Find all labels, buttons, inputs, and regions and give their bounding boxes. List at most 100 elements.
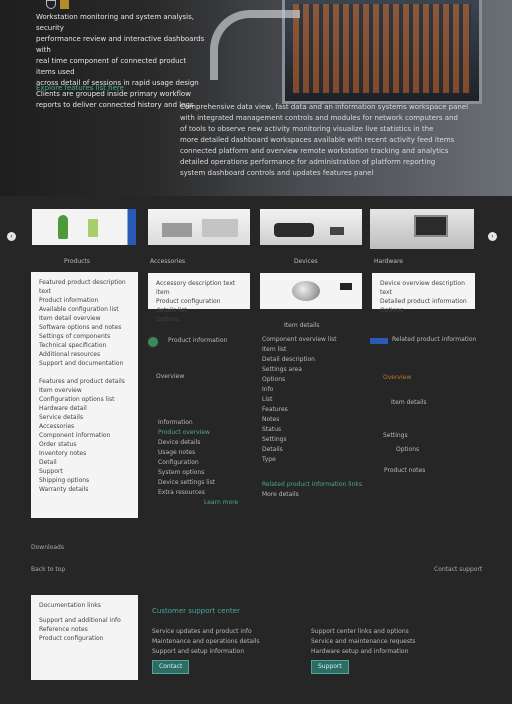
- support-button[interactable]: Support: [311, 660, 349, 674]
- card-line: Configuration options list: [39, 396, 115, 403]
- text-line: List: [262, 396, 273, 403]
- hero-line: Workstation monitoring and system analys…: [36, 13, 194, 32]
- text-line: Item list: [262, 346, 287, 353]
- text-line: Details: [262, 446, 283, 453]
- card-line: Product configuration details list: [156, 298, 221, 314]
- card-line: Shipping options: [39, 477, 90, 484]
- card-line: Support and documentation: [39, 360, 124, 367]
- column-title: Product information: [168, 337, 228, 344]
- contact-support-link[interactable]: Contact support: [434, 566, 482, 573]
- gallery-label: Devices: [294, 258, 318, 265]
- hero-line: performance review and interactive dashb…: [36, 35, 205, 54]
- card-line: Inventory notes: [39, 450, 87, 457]
- carousel-prev-button[interactable]: ‹: [7, 232, 16, 241]
- card-line: Options: [156, 316, 180, 323]
- hero-body-line: Comprehensive data view, fast data and a…: [180, 103, 469, 111]
- text-line: Status: [262, 426, 282, 433]
- gallery-thumb-accessories[interactable]: [148, 209, 250, 245]
- text-line: Info: [262, 386, 274, 393]
- card-line: Product configuration: [39, 635, 104, 642]
- card-line: Settings of components: [39, 333, 111, 340]
- hero-body-line: with integrated management controls and …: [180, 114, 458, 122]
- gallery-label: Accessories: [150, 258, 186, 265]
- text-line: Features: [262, 406, 288, 413]
- shield-icon: [46, 0, 56, 9]
- section-label: Downloads: [31, 544, 64, 551]
- column-title: Related product information: [392, 336, 477, 343]
- contact-button[interactable]: Contact: [152, 660, 190, 674]
- footer-card: Documentation links Support and addition…: [31, 595, 138, 680]
- gallery-thumb-hardware[interactable]: [370, 209, 474, 249]
- hero-body-line: connected platform and overview remote w…: [180, 147, 449, 155]
- hero-text: Workstation monitoring and system analys…: [36, 12, 206, 111]
- link-item[interactable]: Product overview: [158, 428, 215, 438]
- text-line: Options: [396, 446, 420, 453]
- learn-more-link[interactable]: Learn more: [204, 498, 238, 508]
- card-line: Technical specification: [39, 342, 107, 349]
- text-line: Settings: [383, 432, 408, 439]
- card-line: Support: [39, 468, 63, 475]
- product-card: Featured product description text Produc…: [31, 272, 138, 518]
- related-link[interactable]: Related product information links: [262, 480, 362, 490]
- card-line: Item detail overview: [39, 315, 101, 322]
- card-line: Device overview description text: [380, 280, 465, 296]
- card-line: Component information: [39, 432, 111, 439]
- text-line: Type: [262, 456, 276, 463]
- card-line: Hardware detail: [39, 405, 87, 412]
- card-line: Detail: [39, 459, 57, 466]
- link-item[interactable]: Device settings list: [158, 478, 215, 488]
- text-line: Support center links and options: [311, 628, 409, 635]
- accessory-card: Accessory description text item Product …: [148, 273, 250, 323]
- more-link[interactable]: More details: [262, 490, 362, 500]
- column-links: Information Product overview Device deta…: [158, 418, 215, 498]
- gallery-thumb-devices[interactable]: [260, 209, 362, 245]
- column-subtitle: Overview: [383, 374, 412, 381]
- card-line: Accessory description text item: [156, 280, 236, 296]
- text-line: Service and maintenance requests: [311, 638, 416, 645]
- card-line: Featured product description text: [39, 279, 126, 295]
- hero-body: Comprehensive data view, fast data and a…: [180, 102, 470, 179]
- hero-body-line: system dashboard controls and updates fe…: [180, 169, 374, 177]
- text-line: Item details: [391, 399, 427, 406]
- gallery-label: Products: [64, 258, 90, 265]
- card-line: Documentation links: [39, 602, 101, 609]
- text-line: Notes: [262, 416, 280, 423]
- back-to-top-link[interactable]: Back to top: [31, 566, 65, 573]
- link-item[interactable]: Usage notes: [158, 448, 215, 458]
- column-footer: Related product information links More d…: [262, 480, 362, 500]
- device-image: [340, 283, 352, 290]
- product-icon: [146, 335, 160, 349]
- hero-line: real time component of connected product…: [36, 57, 187, 76]
- link-item[interactable]: Information: [158, 418, 215, 428]
- lamp-image: [210, 10, 300, 80]
- hero-body-line: of tools to observe new activity monitor…: [180, 125, 434, 133]
- card-line: Options: [380, 307, 404, 314]
- column-lines: Component overview list Item list Detail…: [262, 335, 337, 465]
- carousel-next-button[interactable]: ›: [488, 232, 497, 241]
- hero-link[interactable]: Explore features list here: [36, 84, 124, 92]
- link-item[interactable]: System options: [158, 468, 215, 478]
- column-subtitle: Overview: [156, 373, 185, 380]
- text-line: Service updates and product info: [152, 628, 252, 635]
- link-item[interactable]: Device details: [158, 438, 215, 448]
- text-line: Support and setup information: [152, 648, 245, 655]
- mouse-image: [292, 281, 320, 301]
- text-line: Component overview list: [262, 336, 337, 343]
- gallery-label: Hardware: [374, 258, 403, 265]
- hero-body-line: detailed operations performance for admi…: [180, 158, 436, 166]
- link-item[interactable]: Extra resources: [158, 488, 215, 498]
- card-line: Order status: [39, 441, 77, 448]
- status-badge: [370, 338, 388, 344]
- card-line: Reference notes: [39, 626, 88, 633]
- gallery-thumb-products[interactable]: [32, 209, 136, 245]
- text-line: Maintenance and operations details: [152, 638, 260, 645]
- monitor-image: [282, 0, 482, 104]
- card-line: Warranty details: [39, 486, 89, 493]
- footer-col-2: Support center links and options Service…: [311, 627, 415, 657]
- link-item[interactable]: Configuration: [158, 458, 215, 468]
- device-image-card: [260, 273, 362, 309]
- text-line: Settings area: [262, 366, 302, 373]
- device-card: Device overview description text Detaile…: [372, 273, 475, 314]
- hero-banner: Workstation monitoring and system analys…: [0, 0, 512, 196]
- footer-heading: Customer support center: [152, 607, 240, 615]
